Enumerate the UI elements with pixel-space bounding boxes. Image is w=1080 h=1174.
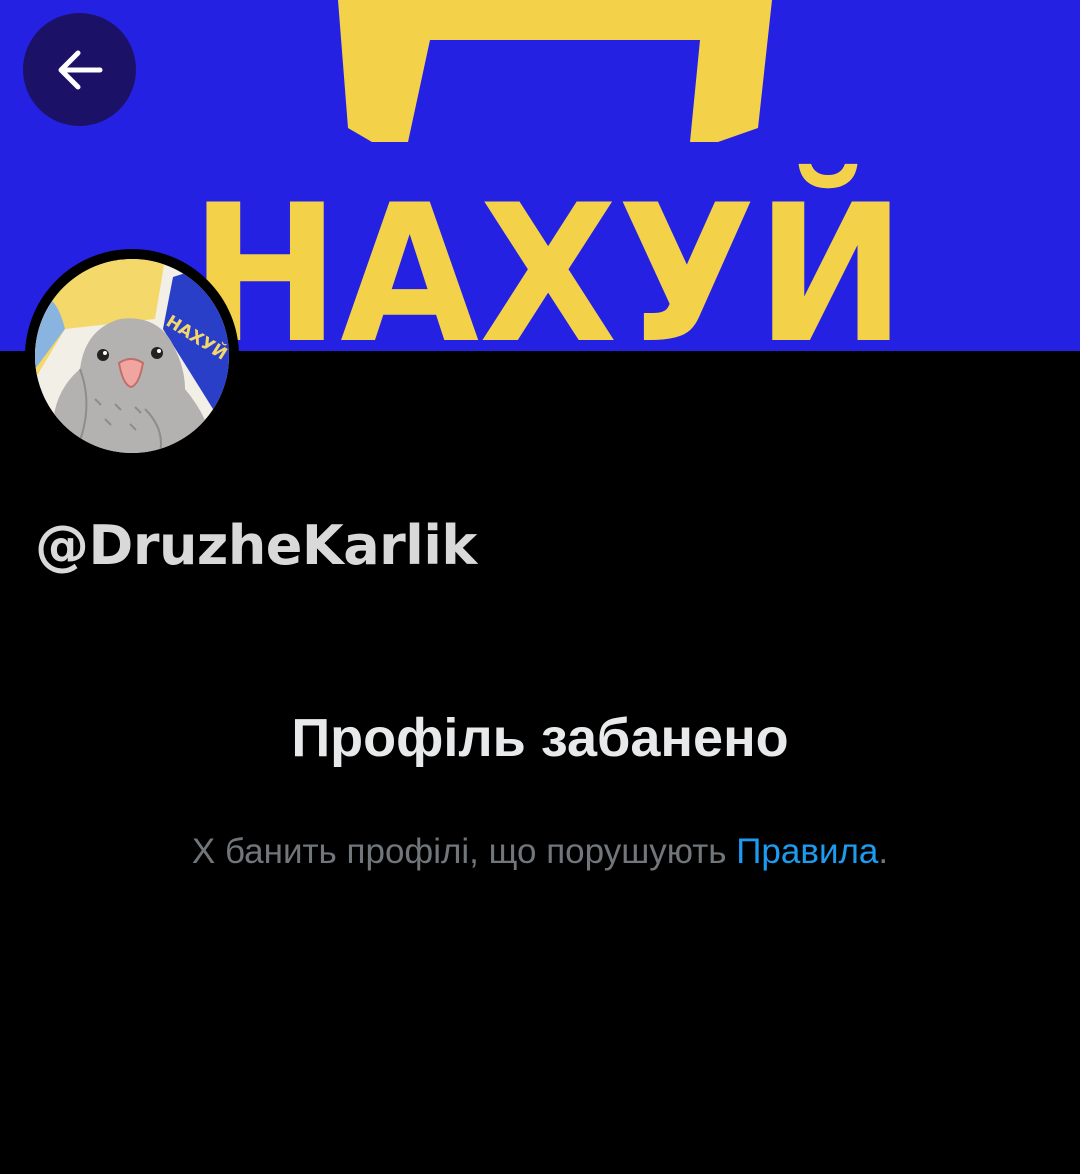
profile-handle: @DruzheKarlik xyxy=(35,514,477,577)
rules-link[interactable]: Правила xyxy=(736,832,878,871)
ban-title: Профіль забанено xyxy=(291,708,789,768)
avatar-image: НАХУЙ xyxy=(35,259,229,453)
avatar[interactable]: НАХУЙ xyxy=(25,249,239,463)
ban-description-period: . xyxy=(878,832,889,871)
banner-text: НАХУЙ xyxy=(190,163,906,351)
bird-avatar-icon: НАХУЙ xyxy=(35,259,229,453)
arrow-left-icon xyxy=(58,50,102,89)
back-button[interactable] xyxy=(23,13,136,126)
ban-description-text: X банить профілі, що порушують xyxy=(191,832,737,871)
ban-description: X банить профілі, що порушують Правила. xyxy=(0,825,1080,879)
